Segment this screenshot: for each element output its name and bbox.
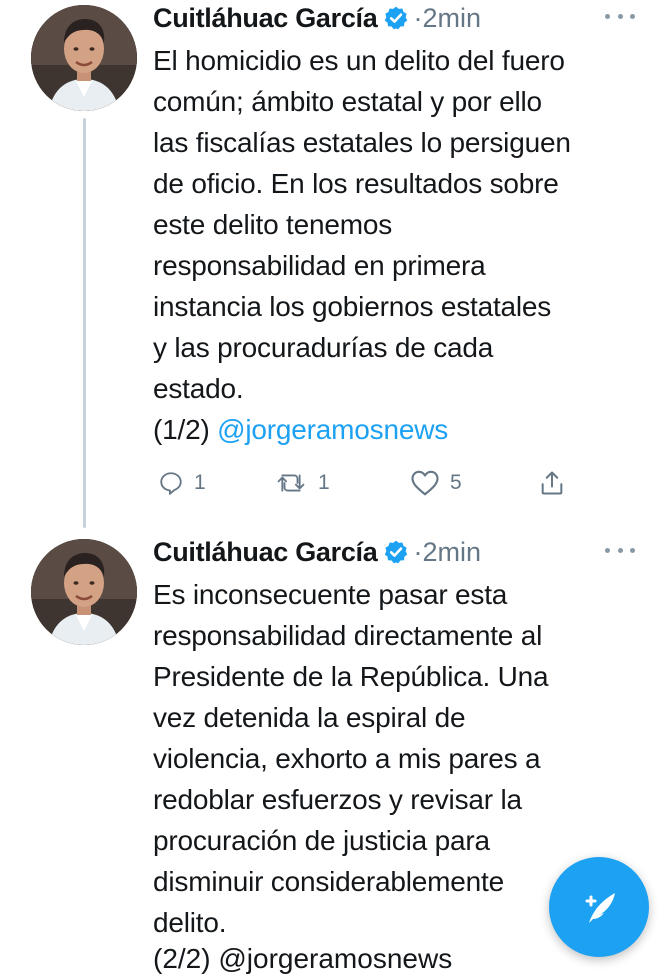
share-button[interactable] [538,466,566,500]
reply-count: 1 [194,471,206,494]
retweet-button[interactable]: 1 [274,466,330,500]
author-name[interactable]: Cuitláhuac García [153,3,378,34]
timestamp[interactable]: ·2min [413,537,481,568]
like-button[interactable]: 5 [410,466,462,500]
verified-badge-icon [385,540,408,564]
compose-tweet-button[interactable] [549,857,649,957]
more-options-icon[interactable] [605,540,635,560]
verified-badge-icon [385,6,408,30]
share-icon [541,471,563,495]
timestamp[interactable]: ·2min [413,3,481,34]
tweet-actions: 1 1 5 [158,466,578,500]
compose-tweet-icon [585,893,615,923]
tweet-text-cutoff: (2/2) @jorgeramosnews [153,943,453,974]
avatar[interactable] [31,5,137,111]
thread-index: (1/2) [153,414,210,445]
reply-button[interactable]: 1 [158,466,206,500]
tweet-header: Cuitláhuac García ·2min [153,0,481,36]
retweet-icon [277,474,305,492]
more-options-icon[interactable] [605,6,635,26]
reply-icon [160,472,182,495]
avatar[interactable] [31,539,137,645]
heart-icon [411,470,439,496]
retweet-count: 1 [318,471,330,494]
thread-connector-line [83,118,86,528]
like-count: 5 [450,471,462,494]
tweet-header: Cuitláhuac García ·2min [153,534,481,570]
author-name[interactable]: Cuitláhuac García [153,537,378,568]
mention-link[interactable]: @jorgeramosnews [217,414,448,445]
tweet-text: El homicidio es un delito del fuero comú… [153,45,571,445]
